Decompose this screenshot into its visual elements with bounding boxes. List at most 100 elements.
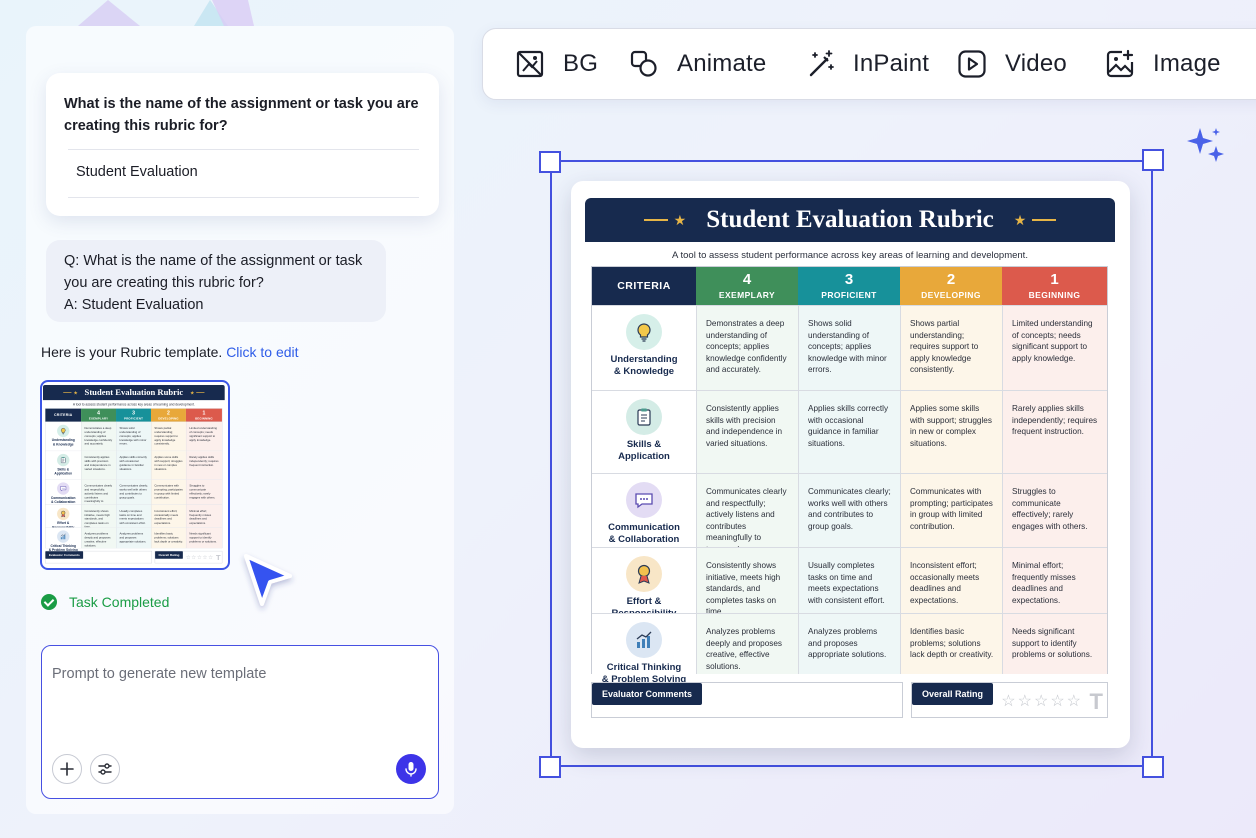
level-number: 4	[742, 271, 752, 288]
star-icon: ★	[189, 389, 195, 396]
question-text: What is the name of the assignment or ta…	[64, 96, 419, 134]
rubric-subtitle: A tool to assess student performance acr…	[672, 250, 1028, 261]
table-row: Communication & Collaboration Communicates…	[592, 473, 1107, 554]
level-header: 4 EXEMPLARY	[696, 267, 798, 305]
sliders-icon	[98, 763, 112, 775]
level-number: 3	[132, 410, 135, 416]
overall-rating-box[interactable]: Overall Rating ☆☆☆☆☆ T	[911, 682, 1108, 718]
level-header: 1 BEGINNING	[185, 408, 222, 422]
criteria-cell: Understanding & Knowledge	[592, 306, 696, 390]
prompt-box[interactable]: Prompt to generate new template	[41, 645, 439, 799]
descriptor-cell: Applies some skills with support; strugg…	[150, 451, 186, 480]
bg-remove-icon	[516, 50, 544, 78]
growth-chart-icon	[626, 622, 662, 658]
animate-icon	[630, 50, 657, 77]
column-divider	[900, 474, 901, 547]
descriptor-cell: Minimal effort; frequently misses deadli…	[1002, 548, 1107, 613]
descriptor-cell: Inconsistent effort; occasionally meets …	[900, 548, 1002, 613]
image-tool-button[interactable]: Image	[1105, 49, 1221, 79]
resize-handle-bottom-left[interactable]	[539, 756, 561, 778]
magic-wand-icon	[809, 50, 834, 77]
resize-handle-top-left[interactable]	[539, 151, 561, 173]
clipboard-icon	[57, 453, 70, 467]
title-ornament	[643, 219, 668, 221]
evaluator-comments-box[interactable]: Evaluator Comments	[45, 550, 153, 564]
task-status-text: Task Completed	[69, 594, 170, 610]
rubric-title: Student Evaluation Rubric	[706, 206, 994, 233]
rubric-thumbnail[interactable]: ★ Student Evaluation Rubric ★ A tool to ass…	[40, 380, 230, 570]
table-row: Effort &ResponsibilityConsistently shows…	[592, 547, 1107, 619]
descriptor-cell: Analyzes problems deeply and proposes cr…	[81, 527, 117, 549]
descriptor-cell: Communicates clearly; works well with ot…	[798, 474, 900, 547]
criteria-cell: Critical Thinking & Problem Solving	[592, 614, 696, 685]
descriptor-cell: Struggles to communicate effectively; ra…	[1002, 474, 1107, 547]
criteria-name: Application	[618, 450, 670, 462]
column-divider	[1002, 474, 1003, 547]
table-row: Understanding & Knowledge Demonstrates a d…	[592, 305, 1107, 390]
criteria-name: & Collaboration	[608, 533, 680, 545]
add-button[interactable]	[52, 754, 82, 784]
level-number: 3	[844, 271, 854, 288]
divider	[68, 197, 419, 198]
video-tool-label: Video	[1005, 50, 1067, 77]
criteria-cell: Skills & Application	[45, 451, 82, 480]
rating-stars[interactable]: ☆☆☆☆☆	[1001, 691, 1083, 711]
descriptor-cell: Rarely applies skills independently; req…	[185, 451, 222, 480]
bg-tool-label: BG	[563, 50, 599, 77]
column-divider	[1002, 391, 1003, 473]
evaluator-comments-box[interactable]: Evaluator Comments	[591, 682, 903, 718]
level-number: 2	[946, 271, 956, 288]
text-tool-icon: T	[1089, 689, 1103, 714]
descriptor-cell: Analyzes problems and proposes appropria…	[116, 527, 151, 549]
rubric-document: ★ Student Evaluation Rubric ★ A tool to ass…	[43, 385, 225, 568]
edit-link[interactable]: Click to edit	[226, 344, 298, 360]
star-icon: ★	[673, 211, 687, 228]
settings-button[interactable]	[90, 754, 120, 784]
clipboard-icon	[626, 399, 662, 435]
animate-tool-button[interactable]: Animate	[629, 49, 766, 79]
level-header: 3 PROFICIENT	[116, 408, 151, 422]
task-status: Task Completed	[41, 594, 169, 610]
video-tool-button[interactable]: Video	[957, 49, 1067, 79]
decorative-shapes	[78, 0, 254, 26]
column-divider	[1002, 306, 1003, 390]
column-divider	[798, 614, 799, 674]
inpaint-tool-button[interactable]: InPaint	[805, 49, 929, 79]
criteria-cell: Effort &Responsibility	[592, 548, 696, 619]
bg-tool-button[interactable]: BG	[515, 49, 598, 79]
answer-option[interactable]: Student Evaluation	[76, 164, 198, 180]
column-divider	[798, 391, 799, 473]
title-ornament	[1032, 219, 1057, 221]
level-label: PROFICIENT	[821, 290, 877, 300]
rubric-title: Student Evaluation Rubric	[84, 387, 184, 397]
descriptor-cell: Needs significant support to identify pr…	[185, 527, 222, 549]
level-number: 2	[167, 410, 170, 416]
title-ornament	[196, 392, 205, 393]
prompt-input[interactable]: Prompt to generate new template	[52, 666, 266, 682]
criteria-cell: Communication & Collaboration	[592, 474, 696, 547]
thumbnail-preview: ★ Student Evaluation Rubric ★ A tool to ass…	[43, 385, 225, 568]
rating-stars[interactable]: ☆☆☆☆☆	[186, 554, 214, 561]
resize-handle-top-right[interactable]	[1142, 149, 1164, 171]
table-row: Skills & Application Consistently applies …	[592, 390, 1107, 473]
resize-handle-bottom-right[interactable]	[1142, 756, 1164, 778]
criteria-cell: Understanding & Knowledge	[45, 422, 82, 451]
criteria-cell: Skills & Application	[592, 391, 696, 473]
microphone-icon	[405, 762, 417, 777]
text-tool-icon: T	[215, 553, 221, 562]
star-icon: ★	[1013, 211, 1027, 228]
descriptor-cell: Usually completes tasks on time and meet…	[116, 504, 151, 528]
image-tool-label: Image	[1153, 50, 1221, 77]
level-header: 2 DEVELOPING	[900, 267, 1002, 305]
overall-rating-label: Overall Rating	[155, 551, 183, 559]
criteria-name: & Knowledge	[52, 442, 74, 447]
overall-rating-box[interactable]: Overall Rating ☆☆☆☆☆ T	[154, 550, 223, 564]
canvas-paper[interactable]: ★ Student Evaluation Rubric ★ A tool to ass…	[571, 181, 1130, 748]
ai-sparkle-icon	[1187, 128, 1224, 162]
level-label: DEVELOPING	[921, 290, 981, 300]
table-row: Communication & Collaboration Communicates…	[45, 479, 222, 507]
criteria-cell: Effort &Responsibility	[45, 504, 82, 529]
microphone-button[interactable]	[396, 754, 426, 784]
criteria-cell: Communication & Collaboration	[45, 479, 82, 505]
level-label: BEGINNING	[195, 416, 213, 420]
